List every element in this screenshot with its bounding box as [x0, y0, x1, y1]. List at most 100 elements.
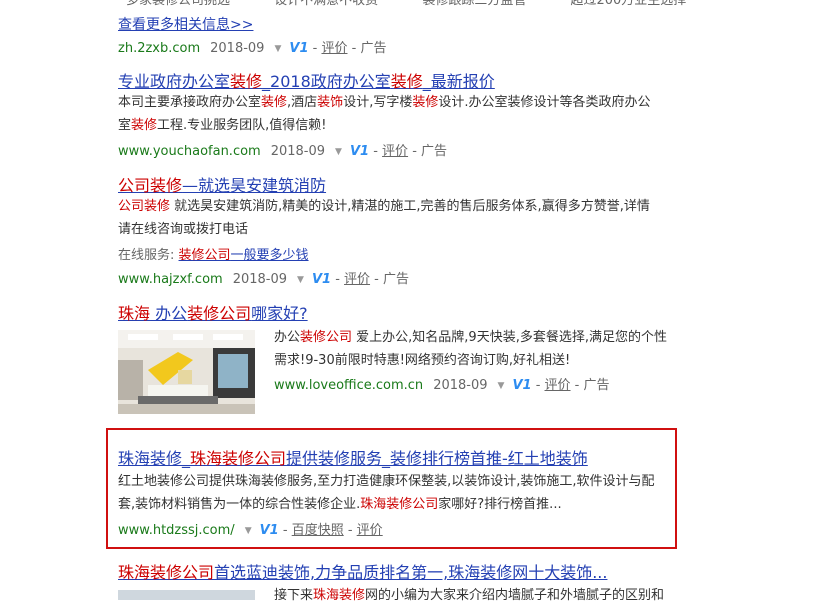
- text-segment: —就选昊安建筑消防: [182, 176, 327, 195]
- dropdown-triangle-icon[interactable]: ▼: [274, 44, 281, 54]
- result-thumbnail-image[interactable]: [118, 590, 255, 600]
- ad-label: 广告: [383, 272, 410, 287]
- result-desc-line: 套,装饰材料销售为一体的综合性装修企业.珠海装修公司家哪好?排行榜首推...: [118, 493, 562, 516]
- highlight-keyword: 装修: [144, 199, 171, 214]
- text-segment: 接下来: [274, 588, 314, 603]
- result-url[interactable]: www.hajzxf.com: [118, 272, 223, 287]
- highlight-keyword: 公司: [118, 176, 151, 195]
- text-segment: 提供装修服务_装修排行榜首推-红土地装饰: [286, 449, 588, 468]
- result-date: 2018-09: [270, 144, 326, 159]
- more-info-link[interactable]: 查看更多相关信息>>: [118, 14, 253, 34]
- text-segment: 设计,写字楼: [343, 95, 413, 110]
- result-desc-line: 室装修工程.专业服务团队,值得信赖!: [118, 114, 327, 137]
- highlight-keyword: 珠海装修公司: [190, 449, 287, 468]
- highlight-keyword: 珠海: [118, 304, 151, 323]
- result-title[interactable]: 珠海装修_珠海装修公司提供装修服务_装修排行榜首推-红土地装饰: [118, 445, 588, 469]
- v1-verified-icon[interactable]: V1: [312, 272, 331, 287]
- rate-link[interactable]: 评价: [344, 272, 370, 287]
- dropdown-triangle-icon[interactable]: ▼: [245, 526, 252, 536]
- highlight-keyword: 装饰: [317, 95, 344, 110]
- text-segment: 网的小编为大家来介绍内墙腻子和外墙腻子的区别和: [365, 588, 665, 603]
- service-line: 在线服务: 装修公司一般要多少钱: [118, 244, 309, 263]
- highlight-keyword: 公司: [118, 199, 145, 214]
- highlight-keyword: 装修: [150, 176, 183, 195]
- highlight-keyword: 装修公司: [178, 248, 231, 263]
- result-url[interactable]: www.htdzssj.com/: [118, 523, 235, 538]
- result-url-line: www.hajzxf.com 2018-09 ▼ V1 - 评价 - 广告: [118, 272, 410, 287]
- rate-link[interactable]: 评价: [357, 523, 383, 538]
- text-segment: 需求!9-30前限时特惠!网络预约咨询订购,好礼相送!: [274, 353, 571, 368]
- text-segment: 请在线咨询或拨打电话: [118, 222, 249, 237]
- result-desc-line: 请在线咨询或拨打电话: [118, 218, 248, 241]
- ad-label: 广告: [421, 144, 448, 159]
- result-desc-line: 需求!9-30前限时特惠!网络预约咨询订购,好礼相送!: [274, 349, 570, 372]
- text-segment: 本司主要承接政府办公室: [118, 95, 262, 110]
- text-segment: ,酒店: [287, 95, 318, 110]
- dropdown-triangle-icon[interactable]: ▼: [335, 147, 342, 157]
- result-date: 2018-09: [433, 378, 488, 393]
- result-desc-line: 公司装修 就选昊安建筑消防,精美的设计,精湛的施工,完善的售后服务体系,赢得多方…: [118, 195, 650, 218]
- text-segment: _最新报价: [422, 72, 495, 91]
- text-segment: 办公: [274, 330, 301, 345]
- text-segment: 办公: [150, 304, 188, 323]
- highlight-keyword: 装修: [261, 95, 288, 110]
- result-desc-line: 接下来珠海装修网的小编为大家来介绍内墙腻子和外墙腻子的区别和: [274, 584, 664, 607]
- text-segment: 套,装饰材料销售为一体的综合性装修企业.: [118, 497, 361, 512]
- result-title[interactable]: 专业政府办公室装修_2018政府办公室装修_最新报价: [118, 68, 495, 92]
- text-segment: _: [182, 449, 191, 468]
- result-desc-line: 办公装修公司 爱上办公,知名品牌,9天快装,多套餐选择,满足您的个性: [274, 326, 667, 349]
- top-snippets: 多家装修公司挑选 设计不满意不收费 装修跟踪三方监管 超过200万业主选择: [126, 0, 687, 8]
- result-url[interactable]: www.youchaofan.com: [118, 144, 261, 159]
- result-title[interactable]: 珠海装修公司首选蓝迪装饰,力争品质排名第一,珠海装修网十大装饰...: [118, 559, 607, 583]
- result-date: 2018-09: [210, 41, 265, 56]
- text-segment: 室: [118, 118, 132, 133]
- text-segment: 珠海装修: [118, 449, 183, 468]
- highlight-keyword: 装修公司: [187, 304, 252, 323]
- result-url[interactable]: www.loveoffice.com.cn: [274, 378, 423, 393]
- office-thumbnail-image[interactable]: [118, 330, 255, 414]
- service-link[interactable]: 装修公司一般要多少钱: [179, 248, 309, 263]
- result-url-line: www.htdzssj.com/▼ V1 - 百度快照 - 评价: [118, 523, 383, 538]
- result-url[interactable]: zh.2zxb.com: [118, 41, 200, 56]
- v1-verified-icon[interactable]: V1: [350, 144, 369, 159]
- text-segment: 设计.办公室装修设计等各类政府办公: [438, 95, 651, 110]
- result-url-line: zh.2zxb.com 2018-09 ▼ V1 - 评价 - 广告: [118, 41, 387, 56]
- v1-verified-icon[interactable]: V1: [260, 523, 279, 538]
- result-desc-line: 本司主要承接政府办公室装修,酒店装饰设计,写字楼装修设计.办公室装修设计等各类政…: [118, 91, 650, 114]
- service-label: 在线服务:: [118, 248, 175, 263]
- highlight-keyword: 珠海装修公司: [360, 497, 439, 512]
- text-segment: 家哪好?排行榜首推...: [438, 497, 562, 512]
- text-segment: 一般要多少钱: [230, 248, 309, 263]
- dropdown-triangle-icon[interactable]: ▼: [498, 381, 505, 391]
- ad-label: 广告: [360, 41, 387, 56]
- rate-link[interactable]: 评价: [545, 378, 571, 393]
- highlight-keyword: 珠海装修公司: [118, 563, 215, 582]
- highlight-keyword: 装修: [412, 95, 439, 110]
- rate-link[interactable]: 评价: [382, 144, 408, 159]
- result-url-line: www.youchaofan.com 2018-09 ▼ V1 - 评价 - 广告: [118, 144, 448, 159]
- v1-verified-icon[interactable]: V1: [512, 378, 531, 393]
- dropdown-triangle-icon[interactable]: ▼: [297, 275, 304, 285]
- text-segment: 就选昊安建筑消防,精美的设计,精湛的施工,完善的售后服务体系,赢得多方赞誉,详情: [170, 199, 650, 214]
- text-segment: 红土地装修公司提供珠海装修服务,至力打造健康环保整装,以装饰设计,装饰施工,软件…: [118, 474, 655, 489]
- highlight-keyword: 装修: [390, 72, 423, 91]
- result-date: 2018-09: [232, 272, 288, 287]
- text-segment: 专业政府办公室: [118, 72, 231, 91]
- highlight-keyword: 珠海装修: [313, 588, 366, 603]
- result-url-line: www.loveoffice.com.cn 2018-09 ▼ V1 - 评价 - 广…: [274, 378, 610, 393]
- highlight-keyword: 装修: [131, 118, 158, 133]
- text-segment: _2018政府办公室: [262, 72, 391, 91]
- text-segment: 爱上办公,知名品牌,9天快装,多套餐选择,满足您的个性: [352, 330, 667, 345]
- snapshot-link[interactable]: 百度快照: [292, 523, 344, 538]
- ad-label: 广告: [583, 378, 610, 393]
- result-title[interactable]: 公司装修—就选昊安建筑消防: [118, 172, 326, 196]
- text-segment: 哪家好?: [251, 304, 308, 323]
- text-segment: 工程.专业服务团队,值得信赖!: [157, 118, 327, 133]
- result-desc-line: 红土地装修公司提供珠海装修服务,至力打造健康环保整装,以装饰设计,装饰施工,软件…: [118, 470, 655, 493]
- text-segment: 首选蓝迪装饰,力争品质排名第一,珠海装修网十大装饰...: [214, 563, 608, 582]
- rate-link[interactable]: 评价: [321, 41, 347, 56]
- v1-verified-icon[interactable]: V1: [289, 41, 308, 56]
- result-title[interactable]: 珠海 办公装修公司哪家好?: [118, 300, 308, 324]
- highlight-keyword: 装修: [230, 72, 263, 91]
- highlight-keyword: 装修公司: [300, 330, 353, 345]
